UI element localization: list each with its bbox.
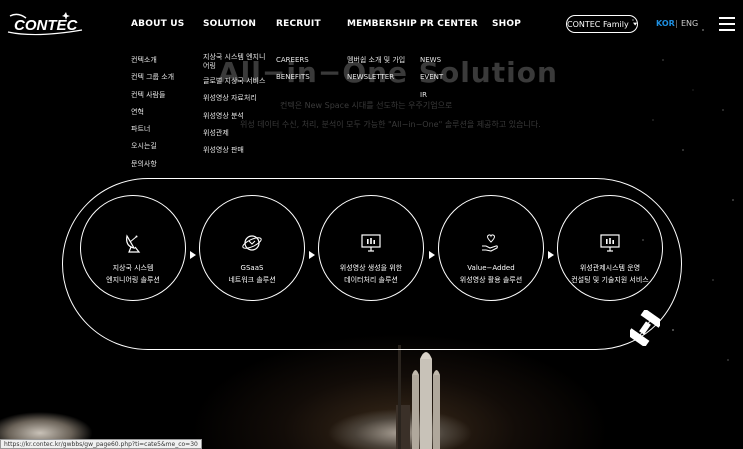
- chevron-down-icon: [632, 22, 637, 26]
- solution-line-2: 네트워크 솔루션: [228, 276, 276, 284]
- monitor-chart-icon: [600, 234, 620, 252]
- solution-line-2: 위성영상 활용 솔루션: [459, 276, 523, 284]
- nav-about-us[interactable]: ABOUT US: [131, 19, 184, 29]
- nav-membership[interactable]: MEMBERSHIP: [347, 19, 417, 29]
- monitor-chart-icon: [361, 234, 381, 252]
- nav-recruit[interactable]: RECRUIT: [276, 19, 321, 29]
- solution-line-2: 엔지니어링 솔루션: [106, 276, 160, 284]
- submenu-item[interactable]: IR: [420, 87, 443, 104]
- contec-logo[interactable]: CONTEC: [6, 10, 86, 38]
- globe-network-icon: [242, 235, 262, 251]
- submenu-item[interactable]: 파트너: [131, 121, 174, 138]
- submenu-item[interactable]: 컨텍소개: [131, 52, 174, 69]
- nav-solution[interactable]: SOLUTION: [203, 19, 256, 29]
- submenu-item[interactable]: 위성영상 자료처리: [203, 90, 269, 107]
- solution-line-1: 위성영상 생성을 위한: [339, 264, 403, 272]
- family-label: CONTEC Family: [567, 19, 629, 29]
- submenu-item[interactable]: 글로벌 지상국 서비스: [203, 73, 269, 90]
- submenu-item[interactable]: 위성관제: [203, 125, 269, 142]
- nav-pr-center[interactable]: PR CENTER: [420, 19, 478, 29]
- solution-line-1: 지상국 시스템: [112, 264, 154, 272]
- submenu-item[interactable]: 멤버쉽 소개 및 가입: [347, 52, 405, 69]
- lang-separator: |: [675, 19, 678, 28]
- submenu-item[interactable]: NEWS: [420, 52, 443, 69]
- lang-eng[interactable]: ENG: [681, 19, 698, 28]
- submenu-item[interactable]: 컨텍 그룹 소개: [131, 69, 174, 86]
- lang-kor[interactable]: KOR: [656, 19, 675, 28]
- submenu-solution: 지상국 시스템 엔지니어링 글로벌 지상국 서비스 위성영상 자료처리 위성영상…: [203, 52, 269, 159]
- submenu-item[interactable]: 문의사항: [131, 156, 174, 173]
- submenu-membership: 멤버쉽 소개 및 가입 NEWSLETTER: [347, 52, 405, 87]
- menu-hamburger-icon[interactable]: [719, 17, 735, 31]
- chevron-right-icon: [429, 251, 435, 259]
- chevron-right-icon: [309, 251, 315, 259]
- hand-heart-icon: [482, 234, 498, 252]
- submenu-item[interactable]: CAREERS: [276, 52, 310, 69]
- solution-ground-station[interactable]: 지상국 시스템 엔지니어링 솔루션: [80, 195, 186, 301]
- submenu-item[interactable]: 위성영상 분석: [203, 108, 269, 125]
- status-bar-url: https://kr.contec.kr/gwbbs/gw_page60.php…: [0, 439, 202, 449]
- solution-line-2: 데이터처리 솔루션: [344, 276, 398, 284]
- submenu-item[interactable]: BENEFITS: [276, 69, 310, 86]
- chevron-right-icon: [190, 251, 196, 259]
- contec-family-dropdown[interactable]: CONTEC Family: [566, 15, 638, 33]
- submenu-pr-center: NEWS EVENT IR: [420, 52, 443, 104]
- solution-satellite-operations[interactable]: 위성관제시스템 운영 컨설팅 및 기술지원 서비스: [557, 195, 663, 301]
- solution-gsaas[interactable]: GSaaS 네트워크 솔루션: [199, 195, 305, 301]
- submenu-item[interactable]: 컨텍 사람들: [131, 87, 174, 104]
- satellite-icon: [630, 310, 660, 346]
- solution-data-processing[interactable]: 위성영상 생성을 위한 데이터처리 솔루션: [318, 195, 424, 301]
- solution-value-added[interactable]: Value−Added 위성영상 활용 솔루션: [438, 195, 544, 301]
- submenu-item[interactable]: 오시는길: [131, 138, 174, 155]
- nav-shop[interactable]: SHOP: [492, 19, 521, 29]
- submenu-item[interactable]: 연혁: [131, 104, 174, 121]
- submenu-item[interactable]: 위성영상 판매: [203, 142, 269, 159]
- solution-line-1: Value−Added: [467, 264, 515, 272]
- submenu-about-us: 컨텍소개 컨텍 그룹 소개 컨텍 사람들 연혁 파트너 오시는길 문의사항: [131, 52, 174, 173]
- chevron-right-icon: [548, 251, 554, 259]
- submenu-item[interactable]: 지상국 시스템 엔지니어링: [203, 52, 269, 73]
- submenu-item[interactable]: NEWSLETTER: [347, 69, 405, 86]
- solution-line-2: 컨설팅 및 기술지원 서비스: [571, 276, 649, 284]
- logo-text: CONTEC: [14, 17, 79, 34]
- submenu-recruit: CAREERS BENEFITS: [276, 52, 310, 87]
- satellite-dish-icon: [126, 234, 141, 253]
- submenu-item[interactable]: EVENT: [420, 69, 443, 86]
- hero-line-2: 위성 데이터 수신, 처리, 분석이 모두 가능한 "All−in−One" 솔…: [240, 120, 541, 129]
- space-shuttle-image: [396, 345, 440, 449]
- solution-line-1: 위성관제시스템 운영: [579, 264, 641, 272]
- solution-line-1: GSaaS: [240, 264, 264, 272]
